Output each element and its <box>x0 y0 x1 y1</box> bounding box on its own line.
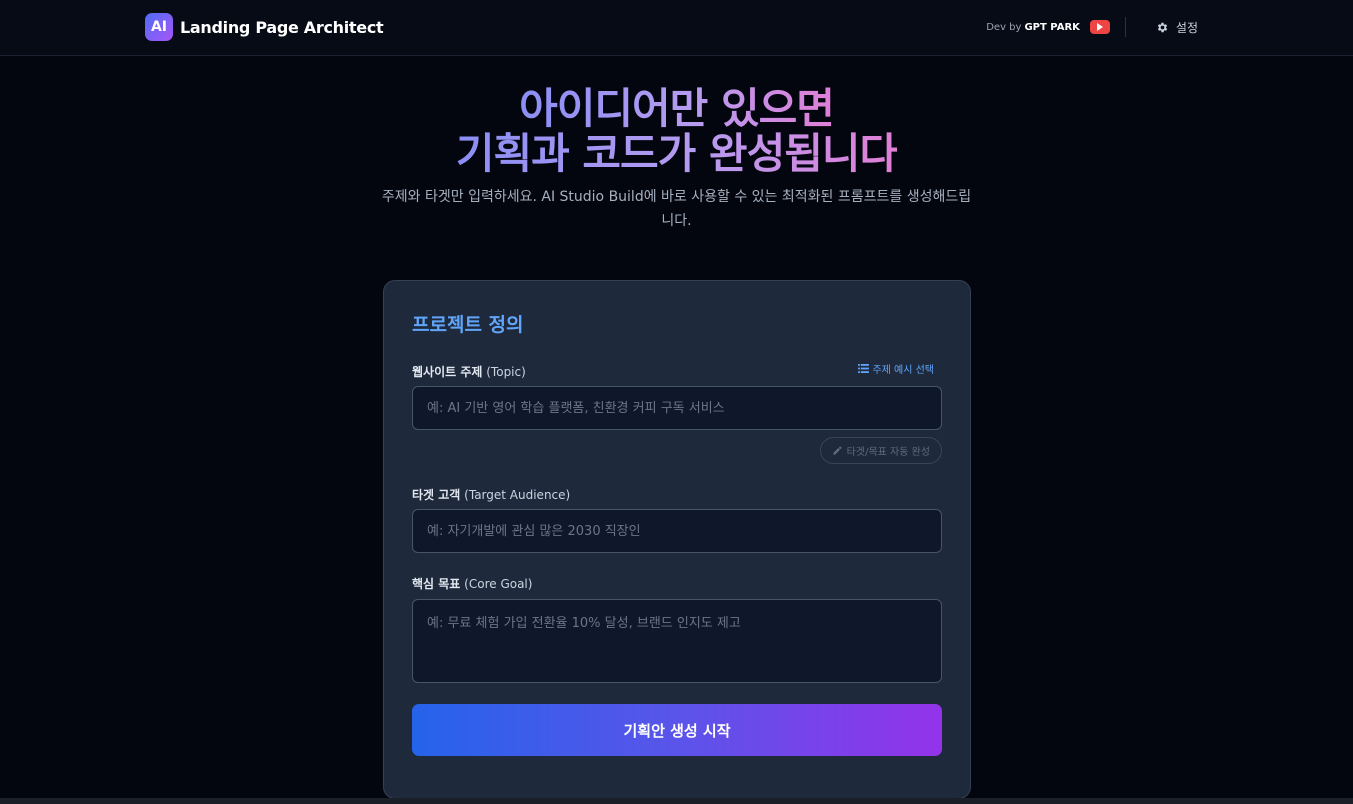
header-actions: Dev by GPT PARK 설정 <box>986 16 1198 38</box>
goal-label-text: 핵심 목표 <box>412 577 461 591</box>
developer-name: GPT PARK <box>1024 21 1080 33</box>
hero-title-line1: 아이디어만 있으면 <box>519 84 835 133</box>
audience-label-text: 타겟 고객 <box>412 488 461 502</box>
autofill-label: 타겟/목표 자동 완성 <box>846 447 930 458</box>
hero-subtitle: 주제와 타겟만 입력하세요. AI Studio Build에 바로 사용할 수… <box>381 189 972 229</box>
topic-example-link[interactable]: 주제 예시 선택 <box>858 361 934 376</box>
topic-input[interactable] <box>412 386 942 430</box>
hero-section: 아이디어만 있으면 기획과 코드가 완성됩니다 주제와 타겟만 입력하세요. A… <box>0 86 1353 233</box>
list-icon <box>858 364 870 373</box>
card-title: 프로젝트 정의 <box>412 314 524 336</box>
topic-example-label: 주제 예시 선택 <box>872 365 934 376</box>
topic-label-text: 웹사이트 주제 <box>412 365 483 379</box>
project-definition-card: 프로젝트 정의 웹사이트 주제 (Topic) 주제 예시 선택 타겟/목표 자… <box>383 280 971 799</box>
audience-input[interactable] <box>412 509 942 553</box>
brand[interactable]: AI Landing Page Architect <box>145 13 384 41</box>
app-name: Landing Page Architect <box>180 17 384 37</box>
goal-textarea[interactable] <box>412 599 942 683</box>
pencil-icon <box>833 446 842 455</box>
topic-label: 웹사이트 주제 (Topic) <box>412 363 526 380</box>
app-logo: AI <box>145 13 173 41</box>
youtube-icon[interactable] <box>1089 20 1110 34</box>
settings-button[interactable]: 설정 <box>1156 19 1198 36</box>
topic-label-en: (Topic) <box>486 365 526 379</box>
audience-label: 타겟 고객 (Target Audience) <box>412 486 570 503</box>
gear-icon <box>1157 22 1168 32</box>
hero-title-line2: 기획과 코드가 완성됩니다 <box>455 129 898 178</box>
dev-by-prefix: Dev by <box>986 21 1022 33</box>
audience-label-en: (Target Audience) <box>464 488 571 502</box>
bottom-scroll-strip <box>0 798 1353 804</box>
header-divider <box>1124 17 1126 37</box>
autofill-button[interactable]: 타겟/목표 자동 완성 <box>819 437 942 464</box>
goal-label-en: (Core Goal) <box>464 577 533 591</box>
goal-label: 핵심 목표 (Core Goal) <box>412 575 532 592</box>
top-navigation-bar: AI Landing Page Architect Dev by GPT PAR… <box>0 0 1353 56</box>
generate-plan-button[interactable]: 기획안 생성 시작 <box>412 704 942 756</box>
settings-label: 설정 <box>1175 20 1198 35</box>
